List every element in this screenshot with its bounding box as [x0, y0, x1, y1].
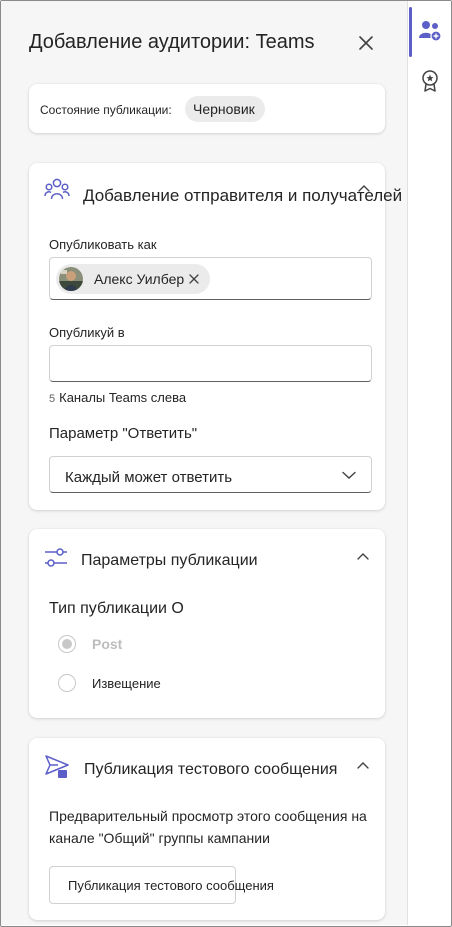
chevron-up-icon[interactable] [355, 549, 371, 565]
people-add-icon [419, 21, 442, 42]
reply-option-label: Параметр "Ответить" [49, 425, 198, 442]
publish-as-label: Опубликовать как [49, 237, 157, 252]
radio-label: Извещение [92, 675, 161, 691]
publish-options-card: Параметры публикации Тип публикации О Po… [29, 529, 385, 718]
radio-option-post[interactable]: Post [58, 635, 122, 653]
rail-item-audience[interactable] [409, 11, 451, 51]
test-message-card: Публикация тестового сообщения Предварит… [29, 738, 385, 920]
audience-panel: Добавление аудитории: Teams Состояние пу… [1, 1, 408, 925]
test-description: Предварительный просмотр этого сообщения… [49, 808, 367, 846]
remove-person-icon[interactable] [188, 273, 200, 285]
ribbon-star-icon [422, 70, 438, 92]
status-label: Состояние публикации: [40, 103, 172, 117]
channels-left-row: 5 Каналы Teams слева [49, 390, 186, 405]
sender-recipients-card: Добавление отправителя и получателей Опу… [29, 163, 402, 510]
chevron-down-icon [342, 471, 356, 479]
person-chip[interactable]: Алекс Уилбер [56, 264, 211, 294]
options-section-title: Параметры публикации [81, 552, 258, 569]
sender-section-title: Добавление отправителя и получателей [83, 186, 403, 205]
panel-title: Добавление аудитории: Teams [29, 31, 315, 53]
publish-to-label: Опубликуй в [49, 325, 125, 340]
chevron-up-icon[interactable] [355, 758, 371, 774]
status-badge: Черновик [185, 96, 265, 122]
radio-option-announcement[interactable]: Извещение [58, 674, 161, 692]
publish-test-button[interactable]: Публикация тестового сообщения [49, 866, 274, 904]
side-rail [409, 1, 451, 925]
channels-count: 5 [49, 393, 56, 405]
people-group-icon [44, 178, 70, 200]
test-section-title: Публикация тестового сообщения [84, 761, 338, 778]
sliders-icon [45, 548, 67, 567]
send-test-icon [45, 755, 69, 778]
publication-type-label: Тип публикации О [49, 600, 184, 617]
reply-option-value: Каждый может ответить [65, 469, 233, 486]
avatar [59, 267, 83, 291]
status-card: Состояние публикации: Черновик [29, 84, 385, 133]
radio-button[interactable] [58, 674, 76, 692]
chevron-up-icon[interactable] [356, 181, 372, 197]
rail-item-highlights[interactable] [409, 61, 451, 101]
publish-as-field[interactable]: Алекс Уилбер [49, 257, 372, 300]
radio-button[interactable] [58, 635, 76, 653]
person-name: Алекс Уилбер [94, 271, 185, 287]
radio-label: Post [92, 636, 123, 652]
reply-option-dropdown[interactable]: Каждый может ответить [49, 456, 372, 493]
channels-left-label: Каналы Teams слева [59, 390, 187, 405]
close-icon[interactable] [356, 33, 376, 53]
publish-to-field[interactable] [49, 345, 372, 382]
